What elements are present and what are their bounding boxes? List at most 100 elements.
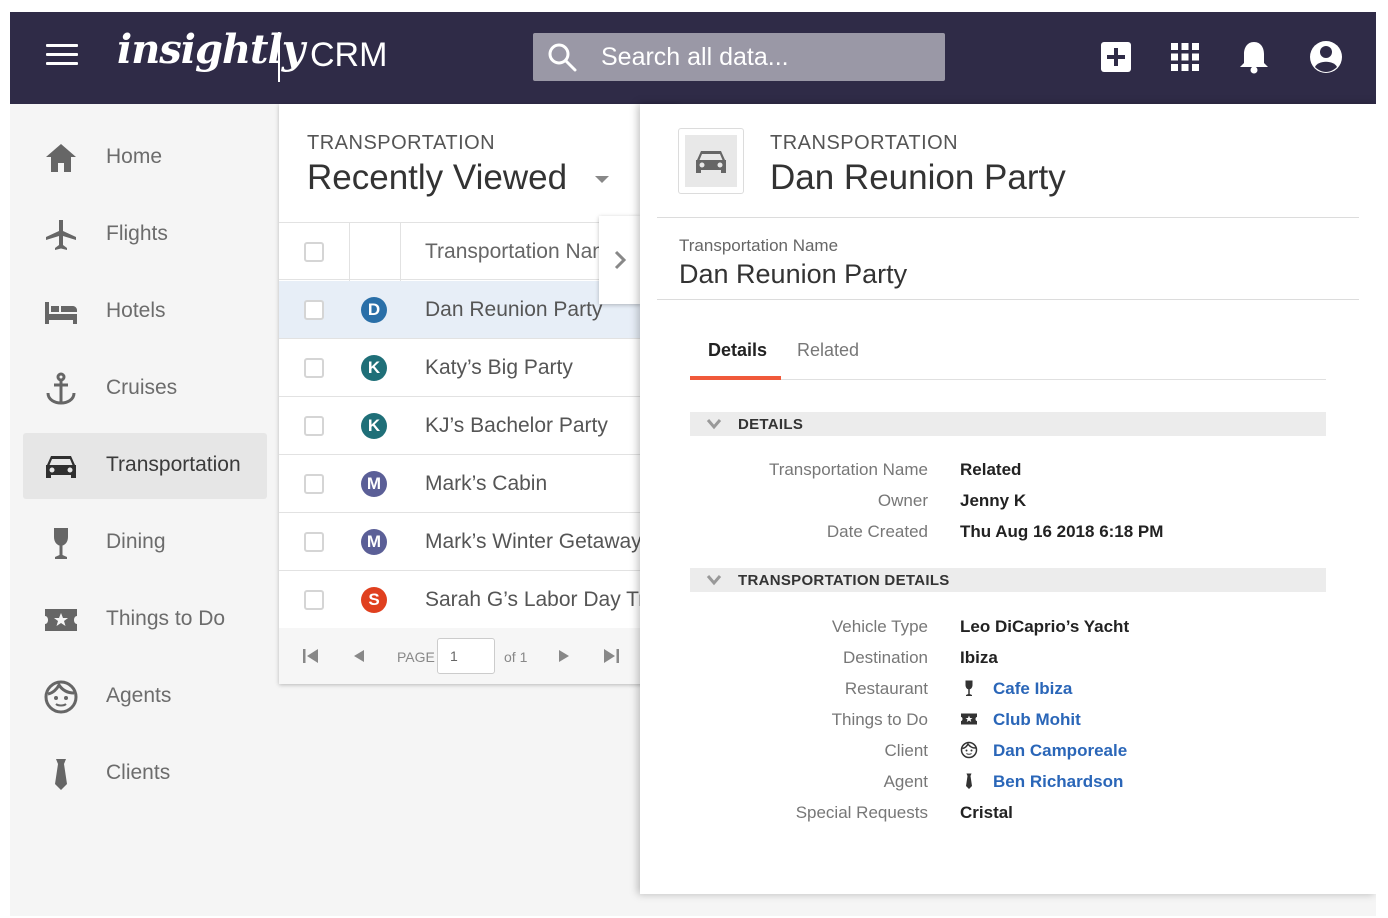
last-page-icon[interactable] <box>601 646 621 666</box>
field-label: Restaurant <box>844 679 928 698</box>
row-label[interactable]: Katy’s Big Party <box>425 356 573 380</box>
section-title: DETAILS <box>738 416 804 433</box>
tab-details[interactable]: Details <box>708 340 767 361</box>
name-field-value[interactable]: Dan Reunion Party <box>679 259 907 290</box>
restaurant-link[interactable]: Cafe Ibiza <box>993 679 1072 699</box>
row-label[interactable]: Mark’s Cabin <box>425 472 547 496</box>
divider <box>657 299 1359 300</box>
detail-title: Dan Reunion Party <box>770 158 1066 197</box>
row-label[interactable]: Dan Reunion Party <box>425 298 602 322</box>
row-checkbox[interactable] <box>304 358 324 378</box>
sidebar-item-things-to-do[interactable]: Things to Do <box>23 587 267 653</box>
user-account-icon[interactable] <box>1308 39 1344 75</box>
page-label: PAGE <box>397 649 435 665</box>
face-icon <box>44 680 78 714</box>
section-header-transportation-details[interactable]: TRANSPORTATION DETAILS <box>690 568 1326 592</box>
column-divider <box>349 223 350 281</box>
tab-related[interactable]: Related <box>797 340 859 361</box>
field-value: Leo DiCaprio’s Yacht <box>960 617 1130 636</box>
select-all-checkbox[interactable] <box>304 242 324 262</box>
avatar: S <box>361 587 387 613</box>
table-row[interactable]: S Sarah G’s Labor Day Trip <box>279 571 679 629</box>
list-eyebrow: TRANSPORTATION <box>307 132 496 154</box>
row-checkbox[interactable] <box>304 300 324 320</box>
sidebar-item-cruises[interactable]: Cruises <box>23 356 267 422</box>
logo[interactable]: insightly <box>117 26 305 73</box>
row-label[interactable]: Sarah G’s Labor Day Trip <box>425 588 662 612</box>
field-value: Thu Aug 16 2018 6:18 PM <box>960 522 1164 541</box>
row-checkbox[interactable] <box>304 416 324 436</box>
table-row[interactable]: K KJ’s Bachelor Party <box>279 397 679 455</box>
sidebar-item-label: Cruises <box>106 376 178 399</box>
chevron-down-icon[interactable] <box>595 176 609 183</box>
client-link[interactable]: Dan Camporeale <box>993 741 1127 761</box>
sidebar-item-home[interactable]: Home <box>23 125 267 191</box>
agent-link[interactable]: Ben Richardson <box>993 772 1123 792</box>
field-value: Related <box>960 460 1022 479</box>
field-label: Agent <box>883 772 928 791</box>
divider <box>657 217 1359 218</box>
bell-icon[interactable] <box>1236 39 1272 75</box>
car-icon <box>46 456 76 478</box>
sidebar-item-label: Hotels <box>106 299 166 322</box>
wine-glass-icon <box>965 680 973 696</box>
previous-page-icon[interactable] <box>349 646 369 666</box>
top-bar: insightly CRM <box>10 12 1376 104</box>
column-header-name[interactable]: Transportation Name <box>425 240 625 264</box>
page-count: of 1 <box>504 649 528 665</box>
field-label: Date Created <box>826 522 928 541</box>
app-name: CRM <box>310 36 388 74</box>
avatar: M <box>361 471 387 497</box>
field-label: Destination <box>842 648 928 667</box>
row-label[interactable]: Mark’s Winter Getaway <box>425 530 642 554</box>
menu-icon[interactable] <box>46 44 78 70</box>
section-title: TRANSPORTATION DETAILS <box>738 572 950 589</box>
sidebar-item-dining[interactable]: Dining <box>23 510 267 576</box>
add-icon[interactable] <box>1098 39 1134 75</box>
table-row[interactable]: M Mark’s Winter Getaway <box>279 513 679 571</box>
sidebar-item-label: Clients <box>106 761 171 784</box>
avatar: K <box>361 355 387 381</box>
sidebar-item-label: Flights <box>106 222 168 245</box>
chevron-right-icon <box>614 250 627 270</box>
sidebar-item-label: Dining <box>106 530 166 553</box>
row-label[interactable]: KJ’s Bachelor Party <box>425 414 608 438</box>
search-box[interactable] <box>533 33 945 81</box>
pager: PAGE of 1 <box>279 628 679 684</box>
section-header-details[interactable]: DETAILS <box>690 412 1326 436</box>
detail-eyebrow: TRANSPORTATION <box>770 132 959 154</box>
search-input[interactable] <box>601 33 931 81</box>
next-page-icon[interactable] <box>554 646 574 666</box>
sidebar-item-label: Home <box>106 145 163 168</box>
avatar: M <box>361 529 387 555</box>
sidebar-item-hotels[interactable]: Hotels <box>23 279 267 345</box>
page-number-input[interactable] <box>437 638 495 674</box>
sidebar-item-clients[interactable]: Clients <box>23 741 267 807</box>
sidebar-item-flights[interactable]: Flights <box>23 202 267 268</box>
table-row[interactable]: K Katy’s Big Party <box>279 339 679 397</box>
list-view-title[interactable]: Recently Viewed <box>307 158 567 198</box>
first-page-icon[interactable] <box>301 646 321 666</box>
table-row[interactable]: M Mark’s Cabin <box>279 455 679 513</box>
field-value: Ibiza <box>960 648 998 667</box>
sidebar-item-agents[interactable]: Agents <box>23 664 267 730</box>
tie-icon <box>55 759 67 790</box>
record-icon-box <box>678 128 744 194</box>
things-to-do-link[interactable]: Club Mohit <box>993 710 1081 730</box>
list-panel: TRANSPORTATION Recently Viewed Transport… <box>279 104 679 684</box>
name-field-label: Transportation Name <box>679 236 839 255</box>
field-label: Things to Do <box>831 710 928 729</box>
home-icon <box>46 144 76 172</box>
field-label: Transportation Name <box>768 460 928 479</box>
row-checkbox[interactable] <box>304 532 324 552</box>
bed-icon <box>45 302 77 324</box>
apps-grid-icon[interactable] <box>1167 39 1203 75</box>
column-divider <box>400 223 401 281</box>
avatar: K <box>361 413 387 439</box>
sidebar-item-transportation[interactable]: Transportation <box>23 433 267 499</box>
search-icon <box>548 43 577 72</box>
row-checkbox[interactable] <box>304 590 324 610</box>
active-tab-indicator <box>690 376 781 380</box>
row-checkbox[interactable] <box>304 474 324 494</box>
expand-panel-button[interactable] <box>599 216 641 304</box>
